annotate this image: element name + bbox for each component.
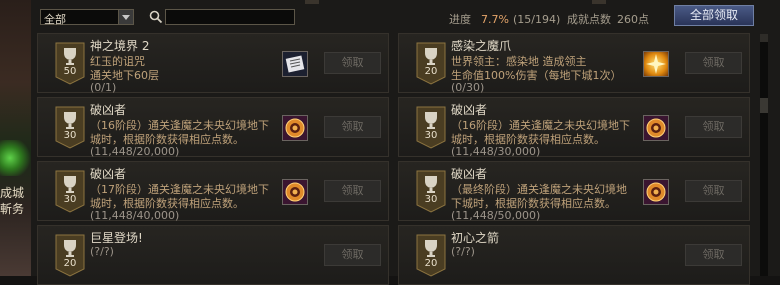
badge-points: 20 bbox=[424, 258, 438, 269]
progress-fraction: (15/194) bbox=[512, 13, 561, 26]
claim-button[interactable]: 领取 bbox=[685, 52, 742, 74]
achievement-title: 破凶者 bbox=[451, 167, 488, 181]
emblem-icon bbox=[282, 179, 308, 205]
claim-all-button[interactable]: 全部领取 bbox=[674, 5, 754, 26]
scroll-up-arrow[interactable] bbox=[760, 34, 768, 42]
sparkle-icon bbox=[643, 51, 669, 77]
achievement-card: 50 神之境界 2 红玉的诅咒 通关地下60层 (0/1) 领取 bbox=[37, 33, 389, 94]
trophy-badge-icon: 20 bbox=[415, 233, 447, 277]
claim-button[interactable]: 领取 bbox=[685, 116, 742, 138]
badge-points: 30 bbox=[424, 130, 438, 141]
achievement-title: 破凶者 bbox=[90, 103, 127, 117]
progress-percent: 7.7% bbox=[481, 13, 509, 26]
achievement-card: 20 初心之箭 (?/?) 领取 bbox=[398, 225, 750, 285]
background-text: 成城 bbox=[0, 186, 25, 200]
points-readout: 成就点数 260点 bbox=[567, 11, 649, 27]
achievement-desc-line: (?/?) bbox=[451, 245, 475, 258]
background-game-scene: 成城 斬务 bbox=[0, 0, 31, 276]
achievement-card: 30 破凶者 （17阶段）通关逢魔之未央幻境地下 城时，根据阶数获得相应点数。 (11,… bbox=[37, 161, 389, 222]
trophy-badge-icon: 30 bbox=[415, 169, 447, 213]
achievement-card: 30 破凶者 （16阶段）通关逢魔之未央幻境地下 城时，根据阶数获得相应点数。 (11,… bbox=[37, 97, 389, 158]
achievement-desc-line: (0/1) bbox=[90, 81, 117, 94]
panel-ornament bbox=[592, 0, 606, 4]
progress-readout: 进度 7.7% (15/194) bbox=[449, 11, 560, 27]
achievement-desc-line: (11,448/50,000) bbox=[451, 209, 541, 222]
category-filter-dropdown[interactable]: 全部 bbox=[40, 9, 134, 26]
achievement-title: 破凶者 bbox=[451, 103, 488, 117]
scrollbar-thumb[interactable] bbox=[760, 98, 768, 113]
achievement-card: 30 破凶者 （最终阶段）通关逢魔之未央幻境地 下城时，根据阶数获得相应点数。 (11,… bbox=[398, 161, 750, 222]
scrollbar-track[interactable] bbox=[760, 34, 768, 276]
category-filter-value: 全部 bbox=[44, 13, 66, 26]
scroll-icon bbox=[282, 51, 308, 77]
trophy-badge-icon: 20 bbox=[54, 233, 86, 277]
trophy-badge-icon: 50 bbox=[54, 41, 86, 85]
claim-button[interactable]: 领取 bbox=[324, 244, 381, 266]
achievement-card: 30 破凶者 （16阶段）通关逢魔之未央幻境地下 城时，根据阶数获得相应点数。 (11,… bbox=[398, 97, 750, 158]
background-glow bbox=[0, 140, 31, 176]
badge-points: 30 bbox=[63, 130, 77, 141]
panel-ornament bbox=[305, 0, 319, 4]
background-text: 斬务 bbox=[0, 202, 25, 216]
points-value: 260点 bbox=[617, 13, 649, 26]
achievement-desc-line: (0/30) bbox=[451, 81, 485, 94]
achievement-desc-line: (11,448/40,000) bbox=[90, 209, 180, 222]
achievement-desc-line: (11,448/30,000) bbox=[451, 145, 541, 158]
badge-points: 20 bbox=[424, 66, 438, 77]
achievement-title: 神之境界 2 bbox=[90, 39, 150, 53]
claim-button[interactable]: 领取 bbox=[324, 180, 381, 202]
claim-button[interactable]: 领取 bbox=[324, 52, 381, 74]
trophy-badge-icon: 30 bbox=[54, 169, 86, 213]
progress-label: 进度 bbox=[449, 13, 471, 26]
achievement-title: 初心之箭 bbox=[451, 231, 500, 245]
achievement-card: 20 感染之魔爪 世界领主：感染地 造成领主 生命值100%伤害（每地下城1次） (0/… bbox=[398, 33, 750, 94]
trophy-badge-icon: 20 bbox=[415, 41, 447, 85]
badge-points: 30 bbox=[424, 194, 438, 205]
emblem-icon bbox=[282, 115, 308, 141]
achievement-desc-line: (?/?) bbox=[90, 245, 114, 258]
claim-button[interactable]: 领取 bbox=[324, 116, 381, 138]
claim-button[interactable]: 领取 bbox=[685, 180, 742, 202]
badge-points: 30 bbox=[63, 194, 77, 205]
emblem-icon bbox=[643, 179, 669, 205]
achievement-title: 巨星登场! bbox=[90, 231, 143, 245]
badge-points: 50 bbox=[63, 66, 77, 77]
achievement-desc-line: (11,448/20,000) bbox=[90, 145, 180, 158]
claim-button[interactable]: 领取 bbox=[685, 244, 742, 266]
trophy-badge-icon: 30 bbox=[415, 105, 447, 149]
emblem-icon bbox=[643, 115, 669, 141]
achievement-title: 感染之魔爪 bbox=[451, 39, 512, 53]
trophy-badge-icon: 30 bbox=[54, 105, 86, 149]
achievement-card: 20 巨星登场! (?/?) 领取 bbox=[37, 225, 389, 285]
points-label: 成就点数 bbox=[567, 13, 611, 26]
badge-points: 20 bbox=[63, 258, 77, 269]
search-icon[interactable] bbox=[149, 10, 163, 24]
chevron-down-icon[interactable] bbox=[118, 10, 133, 24]
achievement-title: 破凶者 bbox=[90, 167, 127, 181]
search-input[interactable] bbox=[165, 9, 295, 25]
